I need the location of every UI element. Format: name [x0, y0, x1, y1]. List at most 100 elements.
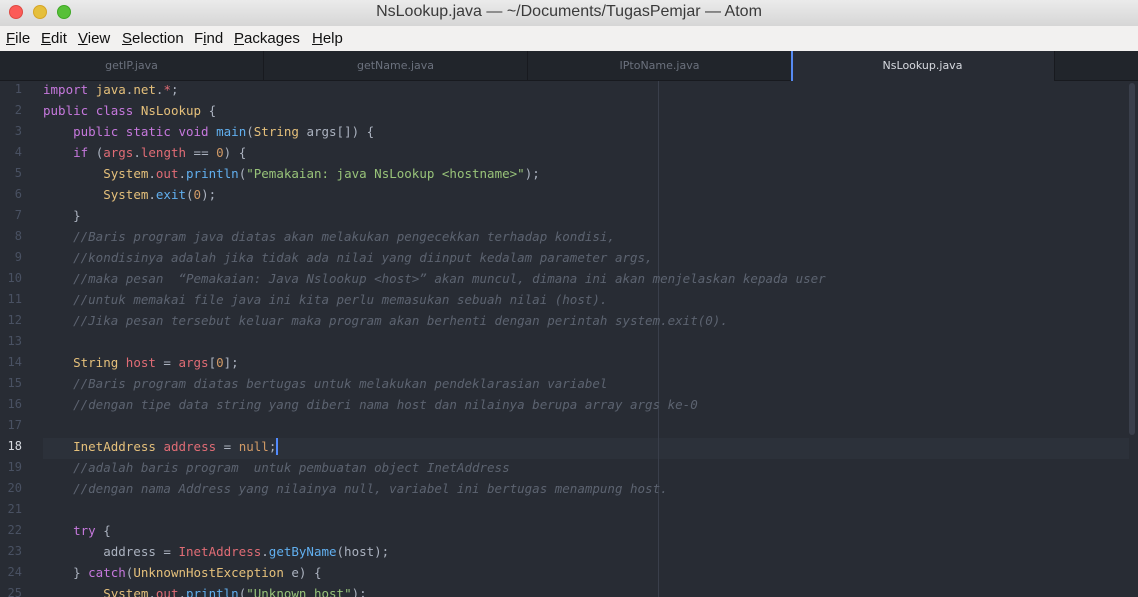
tab-getip-java[interactable]: getIP.java: [0, 51, 264, 80]
menu-item-find[interactable]: Find: [194, 30, 223, 47]
code-token: (host);: [336, 544, 390, 559]
code-token: UnknownHostException: [133, 565, 284, 580]
code-line[interactable]: public static void main(String args[]) {: [43, 123, 374, 144]
menu-bar: File Edit View Selection Find Packages Help: [0, 26, 1138, 51]
code-line[interactable]: //dengan nama Address yang nilainya null…: [43, 480, 668, 501]
code-token: "Pemakaian: java NsLookup <hostname>": [246, 166, 525, 181]
code-token: =: [155, 355, 179, 370]
code-token: ;: [268, 439, 277, 454]
code-token: import: [43, 82, 89, 97]
tab-bar: getIP.java getName.java IPtoName.java NsLoo…: [0, 51, 1138, 81]
code-line[interactable]: try {: [43, 522, 111, 543]
title-bar: NsLookup.java — ~/Documents/TugasPemjar …: [0, 0, 1138, 27]
code-line[interactable]: if (args.length == 0) {: [43, 144, 246, 165]
code-line[interactable]: //Jika pesan tersebut keluar maka progra…: [43, 312, 728, 333]
code-token: null: [238, 439, 269, 454]
code-token: java: [95, 82, 126, 97]
code-token: //adalah baris program untuk pembuatan o…: [73, 460, 510, 475]
menu-item-file[interactable]: File: [6, 30, 30, 47]
code-line[interactable]: }: [43, 207, 81, 228]
line-number: 23: [7, 544, 22, 558]
code-token: //dengan tipe data string yang diberi na…: [73, 397, 698, 412]
code-token: .: [148, 166, 156, 181]
code-token: [: [208, 355, 217, 370]
menu-item-help[interactable]: Help: [312, 30, 343, 47]
menu-item-packages[interactable]: Packages: [234, 30, 300, 47]
line-number: 17: [7, 418, 22, 432]
code-token: ;: [170, 82, 179, 97]
line-number: 5: [14, 166, 22, 180]
code-token: address: [163, 439, 217, 454]
code-line[interactable]: //Baris program java diatas akan melakuk…: [43, 228, 615, 249]
code-line[interactable]: //kondisinya adalah jika tidak ada nilai…: [43, 249, 652, 270]
code-token: class: [95, 103, 134, 118]
code-line[interactable]: public class NsLookup {: [43, 102, 216, 123]
vertical-scrollbar[interactable]: [1129, 83, 1135, 435]
code-area[interactable]: import java.net.*; public class NsLookup …: [43, 81, 1128, 597]
code-token: .: [133, 145, 141, 160]
menu-item-selection[interactable]: Selection: [122, 30, 184, 47]
code-token: getByName: [268, 544, 337, 559]
code-token: //untuk memakai file java ini kita perlu…: [73, 292, 608, 307]
code-line[interactable]: String host = args[0];: [43, 354, 239, 375]
code-token: //Baris program java diatas akan melakuk…: [73, 229, 615, 244]
code-token: //Baris program diatas bertugas untuk me…: [73, 376, 608, 391]
line-number: 21: [7, 502, 22, 516]
line-number: 16: [7, 397, 22, 411]
code-line[interactable]: System.exit(0);: [43, 186, 216, 207]
menu-item-edit[interactable]: Edit: [41, 30, 67, 47]
line-number-gutter[interactable]: 1 2 3 4 5 6 7 8 9 10 11 12 13 14 15 16 17 18 19 20 21 22 23 24 2…: [0, 81, 34, 597]
code-token: .: [178, 166, 187, 181]
line-number: 8: [14, 229, 22, 243]
code-line[interactable]: //maka pesan “Pemakaian: Java Nslookup <…: [43, 270, 826, 291]
code-line[interactable]: address = InetAddress.getByName(host);: [43, 543, 389, 564]
line-number: 15: [7, 376, 22, 390]
code-editor[interactable]: 1 2 3 4 5 6 7 8 9 10 11 12 13 14 15 16 17 18 19 20 21 22 23 24 2…: [0, 81, 1138, 597]
code-token: public: [73, 124, 119, 139]
code-token: 0: [193, 187, 202, 202]
code-token: //dengan nama Address yang nilainya null…: [73, 481, 668, 496]
tab-iptoname-java[interactable]: IPtoName.java: [528, 51, 792, 80]
code-line[interactable]: System.out.println("Unknown host");: [43, 585, 366, 597]
code-line[interactable]: import java.net.*;: [43, 81, 179, 102]
code-token: );: [524, 166, 540, 181]
code-line[interactable]: System.out.println("Pemakaian: java NsLo…: [43, 165, 540, 186]
tab-nslookup-java[interactable]: NsLookup.java: [791, 51, 1055, 81]
code-token: System: [103, 166, 149, 181]
code-line[interactable]: } catch(UnknownHostException e) {: [43, 564, 321, 585]
code-line[interactable]: InetAddress address = null;: [43, 438, 279, 459]
line-number: 12: [7, 313, 22, 327]
code-token: .: [148, 187, 156, 202]
code-token: 0: [216, 355, 224, 370]
code-token: (: [186, 187, 194, 202]
code-line[interactable]: //Baris program diatas bertugas untuk me…: [43, 375, 607, 396]
code-token: main: [216, 124, 247, 139]
code-token: System: [103, 187, 149, 202]
code-token: args: [103, 145, 134, 160]
code-line[interactable]: //untuk memakai file java ini kita perlu…: [43, 291, 607, 312]
code-line[interactable]: //dengan tipe data string yang diberi na…: [43, 396, 698, 417]
menu-item-view[interactable]: View: [78, 30, 110, 47]
code-token: if: [73, 145, 89, 160]
code-token: "Unknown host": [246, 586, 352, 597]
line-number: 6: [14, 187, 22, 201]
code-token: ==: [186, 145, 217, 160]
tab-getname-java[interactable]: getName.java: [264, 51, 528, 80]
code-token: }: [43, 565, 89, 580]
code-token: exit: [155, 187, 187, 202]
code-token: InetAddress: [73, 439, 156, 454]
line-number: 9: [14, 250, 22, 264]
code-line[interactable]: //adalah baris program untuk pembuatan o…: [43, 459, 510, 480]
window-title: NsLookup.java — ~/Documents/TugasPemjar …: [376, 3, 762, 20]
